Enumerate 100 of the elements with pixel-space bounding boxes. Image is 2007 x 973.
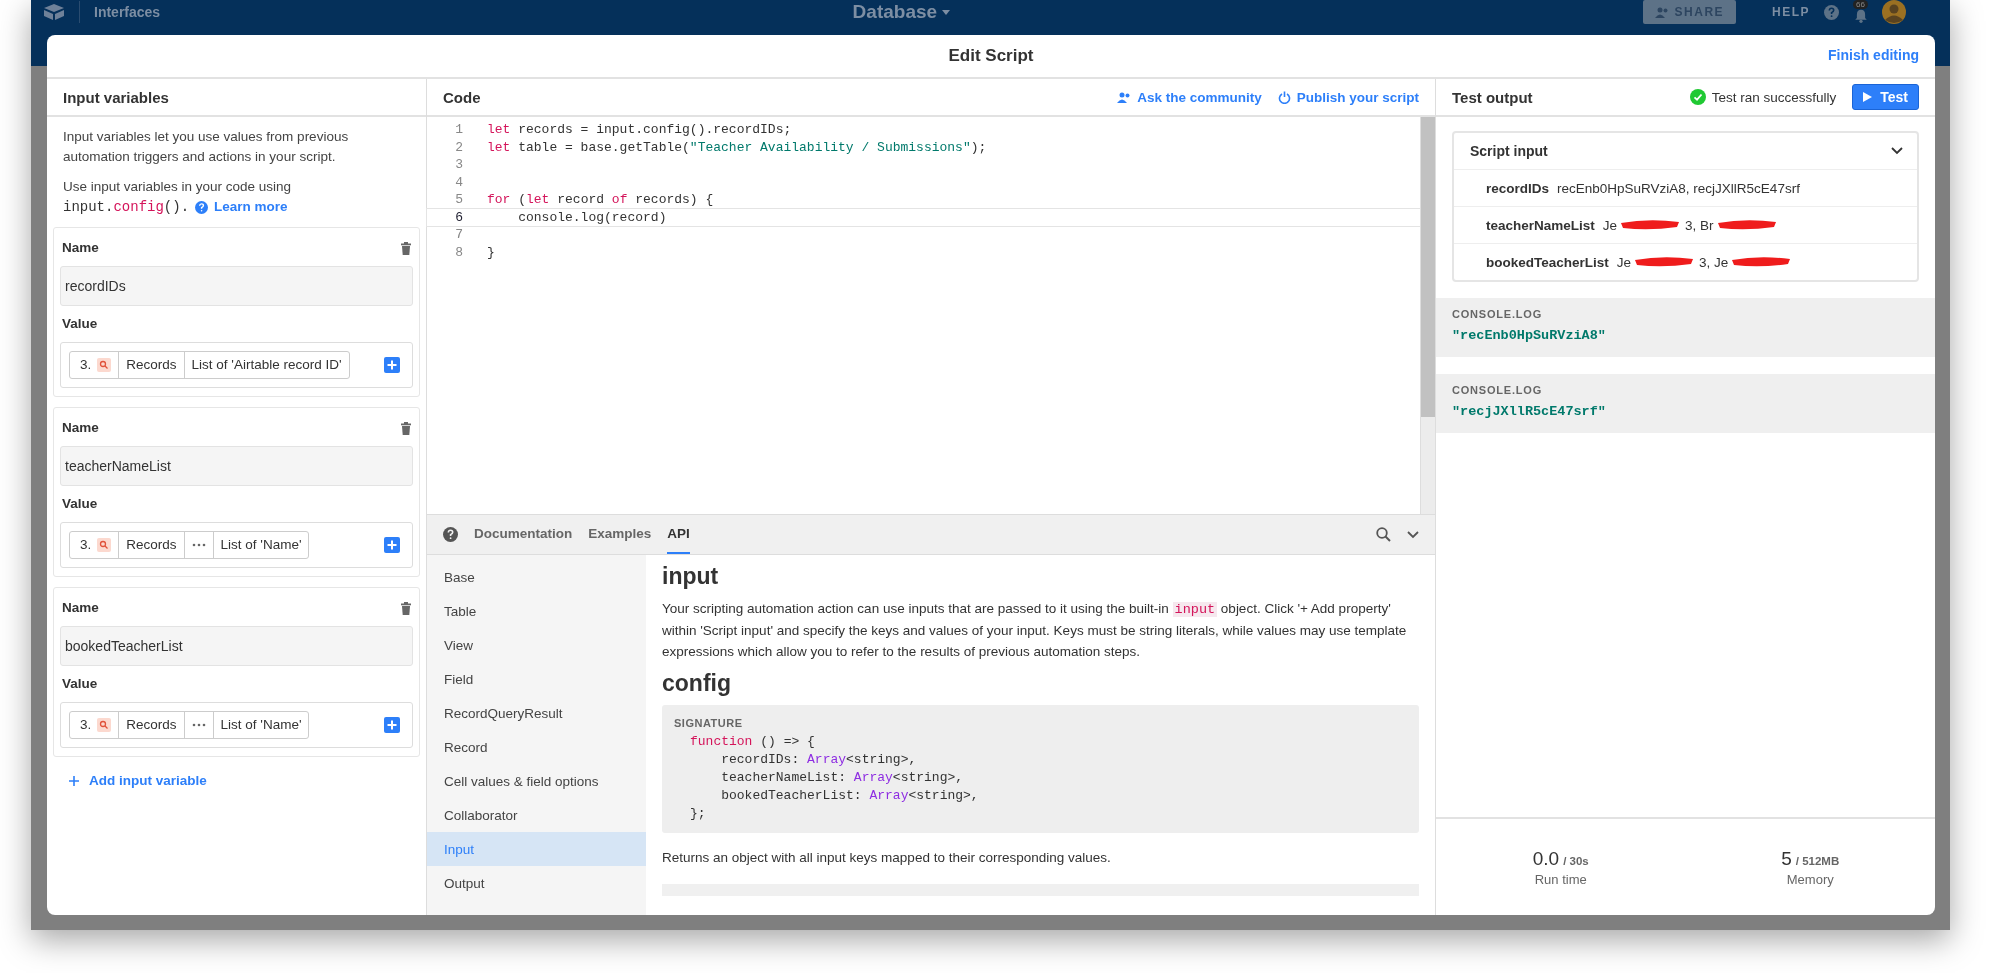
code-line: 3 <box>454 156 464 174</box>
console-label: CONSOLE.LOG <box>1452 308 1544 320</box>
value-field[interactable]: 3. Records List of 'Name' <box>60 702 413 748</box>
help-icon[interactable] <box>1824 4 1840 20</box>
docs-tab[interactable]: Documentation <box>474 515 573 554</box>
usage-text: Use input variables in your code using <box>63 178 293 196</box>
help-icon[interactable] <box>443 527 458 542</box>
input-key: teacherNameList <box>1486 217 1595 233</box>
test-button[interactable]: Test <box>1852 84 1919 110</box>
docs-nav-item[interactable]: Base <box>427 560 646 594</box>
box-logo-icon <box>43 3 65 21</box>
field-label: Value <box>62 675 98 693</box>
stat-value: 5 <box>1781 847 1792 870</box>
search-icon <box>97 538 112 552</box>
stat-limit: / 30s <box>1563 854 1589 867</box>
docs-nav-item[interactable]: View <box>427 628 646 662</box>
docs-heading: config <box>662 670 732 697</box>
value-field[interactable]: 3. Records List of 'Name' <box>60 522 413 568</box>
plus-icon <box>69 776 79 786</box>
input-value: Je <box>1616 254 1632 270</box>
status-text: Test ran successfully <box>1711 89 1837 105</box>
console-label: CONSOLE.LOG <box>1452 384 1544 396</box>
add-variable-button[interactable]: Add input variable <box>63 771 410 791</box>
search-icon <box>97 358 112 372</box>
docs-paragraph: Returns an object with all input keys mapped to their corresponding values. <box>662 849 1112 867</box>
stat-value: 0.0 <box>1532 847 1560 870</box>
code-snippet: input.config(). <box>63 198 190 217</box>
docs-nav-item[interactable]: Field <box>427 662 646 696</box>
step-pill[interactable]: 3. <box>70 712 119 738</box>
docs-nav-item[interactable]: RecordQueryResult <box>427 696 646 730</box>
input-value: 3, Je <box>1699 254 1729 270</box>
chevron-down-icon[interactable] <box>1407 530 1419 539</box>
dialog-title: Edit Script <box>948 46 1034 66</box>
field-label: Name <box>62 239 99 257</box>
signature-label: SIGNATURE <box>674 717 744 729</box>
avatar-icon[interactable] <box>1882 0 1906 24</box>
chevron-down-icon[interactable] <box>1891 147 1903 155</box>
input-value: 3, Br <box>1685 217 1714 233</box>
console-value: "recEnb0HpSuRVziA8" <box>1452 328 1607 343</box>
finish-editing-link[interactable]: Finish editing <box>1828 47 1919 63</box>
add-icon[interactable] <box>384 357 400 373</box>
panel-title: Test output <box>1452 88 1533 106</box>
help-link[interactable]: HELP <box>1772 5 1811 19</box>
docs-nav-item[interactable]: Cell values & field options <box>427 764 646 798</box>
base-title[interactable]: Database <box>852 1 951 23</box>
step-pill[interactable]: 3. <box>70 532 119 558</box>
notification-badge: 66 <box>1853 0 1868 9</box>
ellipsis-icon <box>191 722 206 728</box>
trash-icon[interactable] <box>401 601 411 615</box>
trash-icon[interactable] <box>401 421 411 435</box>
search-icon <box>97 718 112 732</box>
search-icon[interactable] <box>1376 527 1391 542</box>
field-label: Name <box>62 599 99 617</box>
add-icon[interactable] <box>384 717 400 733</box>
community-link[interactable]: Ask the community <box>1117 89 1262 105</box>
console-value: "recjJXllR5cE47srf" <box>1452 404 1607 419</box>
docs-tab[interactable]: Examples <box>588 515 652 554</box>
name-field[interactable]: teacherNameList <box>60 446 413 486</box>
docs-tab[interactable]: API <box>667 515 690 554</box>
power-icon <box>1277 90 1291 104</box>
people-icon <box>1117 91 1132 103</box>
bell-icon[interactable] <box>1853 9 1868 23</box>
trash-icon[interactable] <box>401 241 411 255</box>
panel-title: Input variables <box>63 88 169 106</box>
token-pill[interactable]: Records <box>118 532 184 558</box>
field-label: Value <box>62 315 98 333</box>
code-line: bookedTeacherList: Array<string>, <box>720 787 980 805</box>
token-pill[interactable]: Records <box>118 712 184 738</box>
code-line: function () => { <box>689 733 816 751</box>
name-field[interactable]: bookedTeacherList <box>60 626 413 666</box>
docs-nav-item[interactable]: Table <box>427 594 646 628</box>
panel-title: Code <box>443 88 481 106</box>
input-value: recEnb0HpSuRVziA8, recjJXllR5cE47srf <box>1557 180 1800 196</box>
name-field[interactable]: recordIDs <box>60 266 413 306</box>
docs-nav-item[interactable]: Output <box>427 866 646 900</box>
docs-nav-item[interactable]: Record <box>427 730 646 764</box>
input-key: bookedTeacherList <box>1486 254 1609 270</box>
check-circle-icon <box>1689 89 1706 105</box>
token-pill[interactable]: List of 'Name' <box>212 712 309 738</box>
token-pill[interactable]: List of 'Name' <box>212 532 309 558</box>
stat-limit: / 512MB <box>1795 854 1840 867</box>
code-line: 4 <box>454 173 464 191</box>
help-icon[interactable] <box>195 200 209 214</box>
code-line: }; <box>689 805 707 823</box>
add-icon[interactable] <box>384 537 400 553</box>
learn-more-link[interactable]: Learn more <box>214 197 288 217</box>
step-pill[interactable]: 3. <box>70 352 119 378</box>
docs-paragraph: Your scripting automation action can use inputs that are passed to it using the built-in input object. Click '+ Add property' within 'Script input' and specify the keys and values of your input. Keys must be string literals, while values may use template expressions which allow you to refer to the results of previous automation steps. <box>662 600 1408 661</box>
code-editor[interactable]: 1 let records = input.config().recordIDs; 2 let table = base.getTable("Teacher Availability / Submissions"); 3 4 5 for (let record of records) { 6 console.log(record) 7 8 } <box>427 117 1435 514</box>
code-line: 2 let table = base.getTable("Teacher Availability / Submissions"); <box>454 138 988 156</box>
publish-link[interactable]: Publish your script <box>1277 89 1419 105</box>
docs-nav-item[interactable]: Collaborator <box>427 798 646 832</box>
code-line: teacherNameList: Array<string>, <box>720 769 965 787</box>
caret-icon <box>942 9 951 15</box>
token-pill[interactable]: List of 'Airtable record ID' <box>183 352 349 378</box>
scrollbar[interactable] <box>1420 117 1435 514</box>
interfaces-label[interactable]: Interfaces <box>94 4 161 20</box>
value-field[interactable]: 3. Records List of 'Airtable record ID' <box>60 342 413 388</box>
token-pill[interactable]: Records <box>118 352 184 378</box>
code-line: 5 for (let record of records) { <box>454 191 715 209</box>
